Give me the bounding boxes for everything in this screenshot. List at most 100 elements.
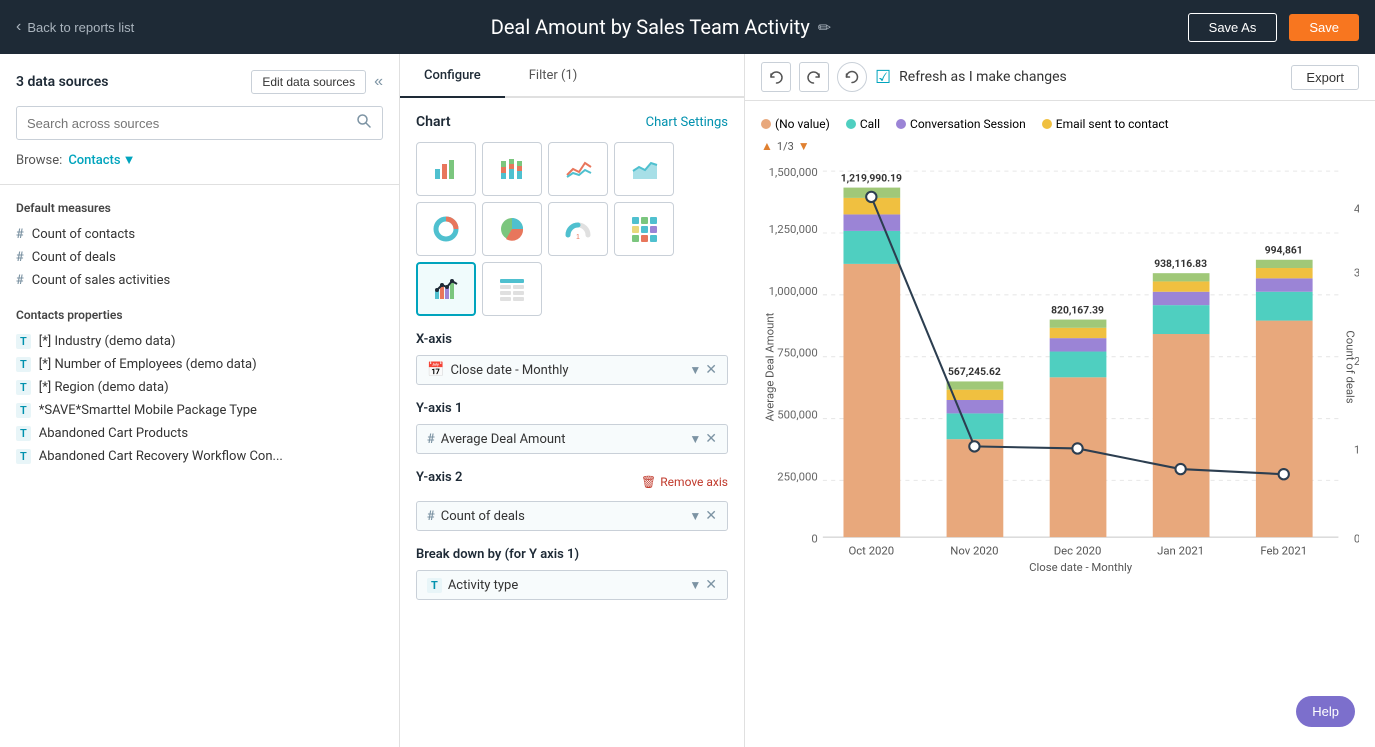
chart-toolbar: ☑ Refresh as I make changes Export (745, 54, 1375, 101)
collapse-sidebar-button[interactable]: « (374, 73, 383, 91)
main-layout: 3 data sources Edit data sources « Brows… (0, 54, 1375, 747)
yaxis2-clear-icon[interactable]: ✕ (705, 508, 717, 524)
bar-dec-email (1050, 328, 1107, 338)
chart-type-grid: 1 (416, 142, 728, 316)
breakdown-label: Break down by (for Y axis 1) (416, 547, 728, 562)
chart-type-donut[interactable] (416, 202, 476, 256)
point-nov (969, 441, 979, 451)
refresh-label: Refresh as I make changes (899, 69, 1067, 85)
svg-text:250,000: 250,000 (777, 469, 817, 483)
svg-text:Dec 2020: Dec 2020 (1054, 544, 1102, 558)
legend-label-no-value: (No value) (775, 117, 830, 131)
chart-section-header: Chart Chart Settings (416, 114, 728, 130)
edit-data-sources-button[interactable]: Edit data sources (251, 70, 366, 94)
yaxis1-select[interactable]: # Average Deal Amount ▼ ✕ (416, 424, 728, 454)
bar-dec-no-value (1050, 377, 1107, 537)
bar-feb-call (1256, 292, 1313, 321)
report-title: Deal Amount by Sales Team Activity ✏ (146, 15, 1175, 39)
chart-type-combo[interactable] (416, 262, 476, 316)
chart-type-gauge[interactable]: 1 (548, 202, 608, 256)
chart-settings-link[interactable]: Chart Settings (646, 115, 728, 130)
chart-type-area[interactable] (614, 142, 674, 196)
pagination-text: 1/3 (777, 140, 794, 153)
refresh-button[interactable] (837, 62, 867, 92)
back-button[interactable]: ‹ Back to reports list (16, 18, 134, 36)
next-arrow-icon[interactable]: ▼ (798, 139, 810, 153)
bar-jan-other (1153, 273, 1210, 281)
property-item[interactable]: T*SAVE*Smarttel Mobile Package Type (16, 399, 383, 422)
bar-oct-no-value (843, 264, 900, 537)
help-button[interactable]: Help (1296, 696, 1355, 727)
tab-filter[interactable]: Filter (1) (505, 54, 602, 98)
bar-feb-email (1256, 268, 1313, 278)
bar-nov-no-value (947, 439, 1004, 537)
refresh-checkbox-row: ☑ Refresh as I make changes (875, 67, 1283, 88)
xaxis-select[interactable]: 📅 Close date - Monthly ▼ ✕ (416, 355, 728, 385)
svg-text:1,250,000: 1,250,000 (769, 222, 818, 236)
property-item[interactable]: TAbandoned Cart Recovery Workflow Con... (16, 445, 383, 468)
xaxis-clear-icon[interactable]: ✕ (705, 362, 717, 378)
tab-configure[interactable]: Configure (400, 54, 505, 98)
bar-jan-call (1153, 305, 1210, 334)
bar-oct-conversation (843, 214, 900, 230)
legend-label-email: Email sent to contact (1056, 117, 1169, 131)
chart-legend: (No value) Call Conversation Session Ema… (761, 117, 1359, 131)
legend-conversation: Conversation Session (896, 117, 1026, 131)
chart-type-line[interactable] (548, 142, 608, 196)
property-item[interactable]: TAbandoned Cart Products (16, 422, 383, 445)
svg-text:1: 1 (576, 234, 580, 241)
bar-jan-conversation (1153, 292, 1210, 305)
breakdown-value: Activity type (448, 578, 684, 593)
undo-button[interactable] (761, 62, 791, 92)
search-input[interactable] (27, 116, 356, 131)
property-item[interactable]: T[*] Number of Employees (demo data) (16, 353, 383, 376)
refresh-checkbox-icon[interactable]: ☑ (875, 67, 891, 88)
chart-type-pie[interactable] (482, 202, 542, 256)
trash-icon: 🗑 (641, 475, 656, 489)
breakdown-select[interactable]: T Activity type ▼ ✕ (416, 570, 728, 600)
redo-button[interactable] (799, 62, 829, 92)
left-sidebar: 3 data sources Edit data sources « Brows… (0, 54, 400, 747)
bar-feb-other (1256, 260, 1313, 268)
breakdown-clear-icon[interactable]: ✕ (705, 577, 717, 593)
legend-label-call: Call (860, 117, 880, 131)
default-measures-title: Default measures (16, 201, 383, 215)
configure-panel: Chart Chart Settings (400, 98, 744, 747)
remove-yaxis2-button[interactable]: 🗑 Remove axis (641, 475, 728, 489)
point-dec (1072, 443, 1082, 453)
measure-item[interactable]: #Count of sales activities (16, 269, 383, 292)
save-button[interactable]: Save (1289, 14, 1359, 41)
type-badge: T (16, 357, 31, 372)
svg-text:Oct 2020: Oct 2020 (848, 544, 894, 558)
bar-dec-conversation (1050, 338, 1107, 351)
type-badge: T (16, 380, 31, 395)
legend-no-value: (No value) (761, 117, 830, 131)
chart-type-bar[interactable] (416, 142, 476, 196)
middle-panel: Configure Filter (1) Chart Chart Setting… (400, 54, 745, 747)
yaxis2-select[interactable]: # Count of deals ▼ ✕ (416, 501, 728, 531)
bar-jan-no-value (1153, 334, 1210, 537)
measure-item[interactable]: #Count of contacts (16, 223, 383, 246)
prev-arrow-icon[interactable]: ▲ (761, 139, 773, 153)
svg-text:1,000,000: 1,000,000 (769, 284, 818, 298)
legend-call: Call (846, 117, 880, 131)
browse-chevron-icon: ▼ (123, 152, 136, 168)
data-sources-row: 3 data sources Edit data sources « (16, 70, 383, 94)
browse-contacts-dropdown[interactable]: Contacts ▼ (68, 152, 135, 168)
xaxis-section: X-axis 📅 Close date - Monthly ▼ ✕ (416, 332, 728, 385)
yaxis1-clear-icon[interactable]: ✕ (705, 431, 717, 447)
save-as-button[interactable]: Save As (1188, 13, 1278, 42)
bar-jan-email (1153, 281, 1210, 291)
chart-svg-container: 0 250,000 500,000 750,000 1,000,000 1,25… (761, 157, 1359, 577)
chart-type-table[interactable] (482, 262, 542, 316)
yaxis1-chevron-icon: ▼ (689, 432, 701, 446)
chart-type-stacked-bar[interactable] (482, 142, 542, 196)
chart-type-heatmap[interactable] (614, 202, 674, 256)
property-item[interactable]: T[*] Region (demo data) (16, 376, 383, 399)
point-jan (1175, 464, 1185, 474)
export-button[interactable]: Export (1291, 65, 1359, 90)
measure-item[interactable]: #Count of deals (16, 246, 383, 269)
property-item[interactable]: T[*] Industry (demo data) (16, 330, 383, 353)
yaxis1-value: Average Deal Amount (441, 432, 684, 447)
edit-title-icon[interactable]: ✏ (818, 18, 831, 37)
